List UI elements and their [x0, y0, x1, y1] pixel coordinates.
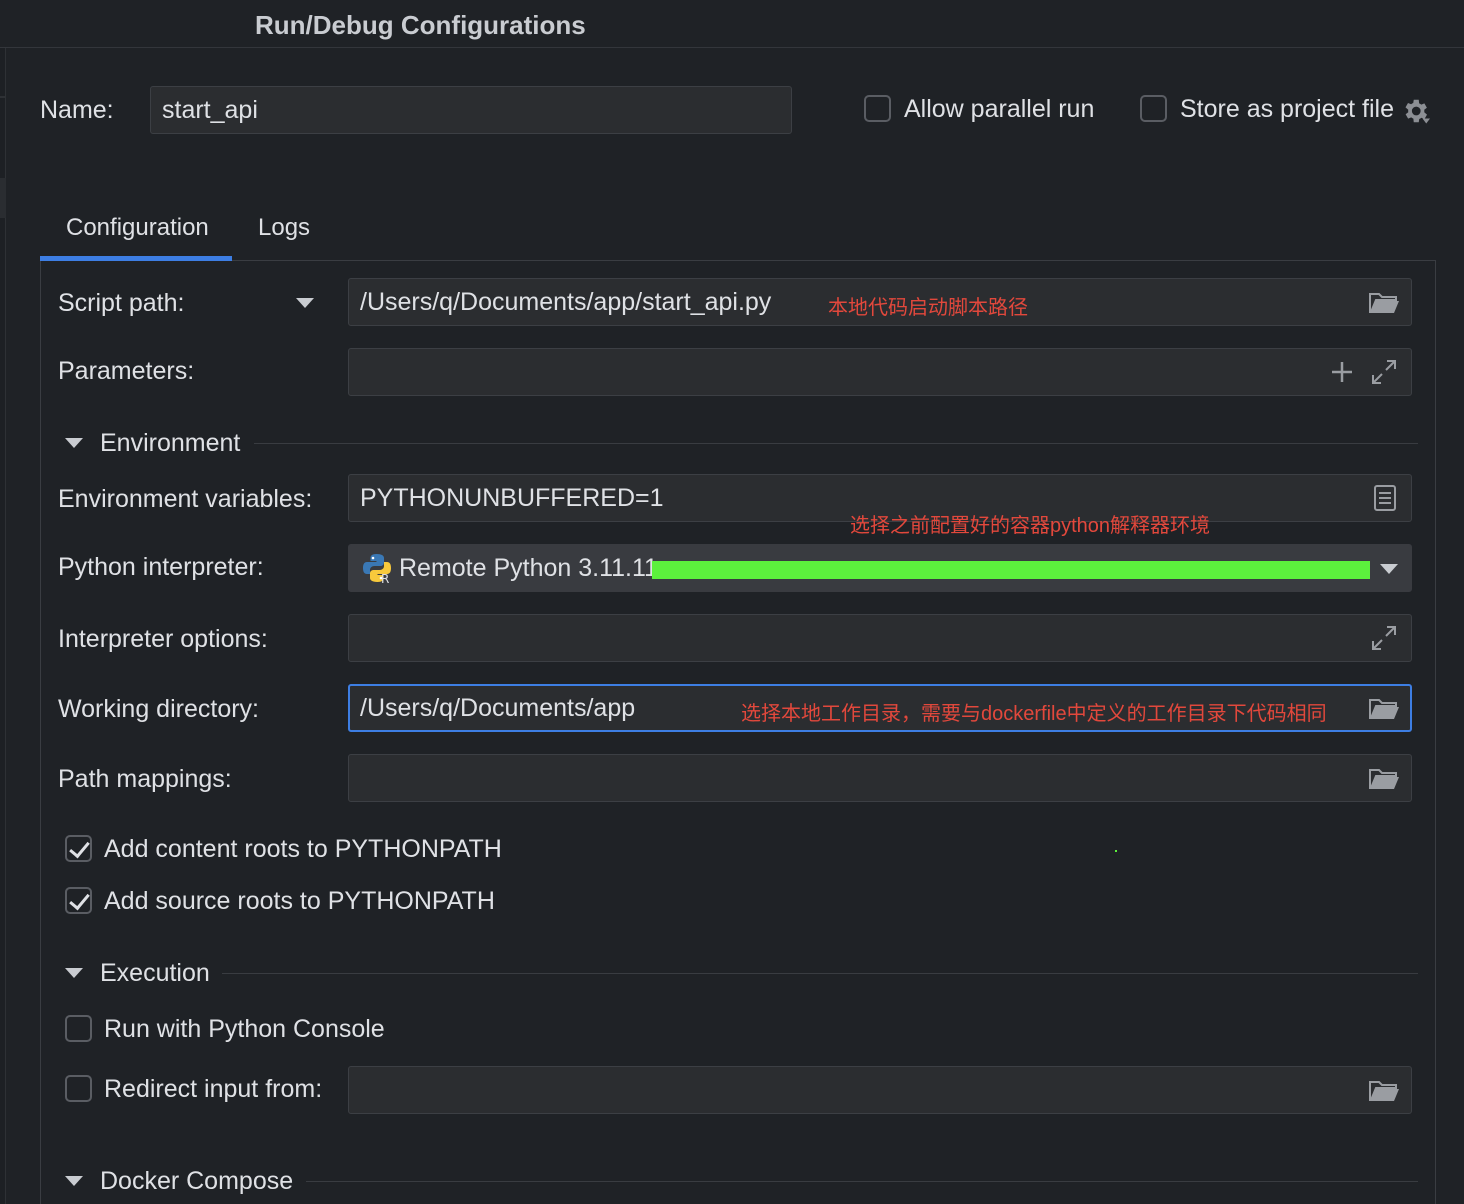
tree-divider: [0, 96, 6, 98]
store-as-project-file-label: Store as project file: [1180, 95, 1394, 123]
execution-section-title[interactable]: Execution: [100, 959, 210, 988]
folder-icon[interactable]: [1368, 290, 1400, 316]
store-as-project-file-checkbox[interactable]: [1140, 95, 1167, 122]
redacted-interpreter-details: [652, 561, 1370, 579]
path-mappings-label: Path mappings:: [58, 765, 232, 793]
environment-variables-value: PYTHONUNBUFFERED=1: [360, 483, 664, 512]
dialog-title: Run/Debug Configurations: [255, 10, 586, 40]
gear-icon[interactable]: [1400, 96, 1430, 126]
run-with-python-console-checkbox[interactable]: [65, 1015, 92, 1042]
environment-section-title[interactable]: Environment: [100, 429, 240, 458]
add-source-roots-checkbox[interactable]: [65, 887, 92, 914]
execution-collapse-icon[interactable]: [65, 968, 83, 978]
interpreter-annotation: 选择之前配置好的容器python解释器环境: [850, 515, 1211, 537]
allow-parallel-run-label: Allow parallel run: [904, 95, 1095, 123]
docker-compose-section-title[interactable]: Docker Compose: [100, 1167, 293, 1196]
python-interpreter-label: Python interpreter:: [58, 553, 264, 581]
folder-icon[interactable]: [1368, 766, 1400, 792]
script-path-mode-dropdown-icon[interactable]: [296, 298, 314, 308]
run-with-python-console-label: Run with Python Console: [104, 1015, 385, 1043]
working-directory-annotation: 选择本地工作目录，需要与dockerfile中定义的工作目录下代码相同: [741, 703, 1327, 725]
name-label: Name:: [40, 96, 114, 124]
docker-compose-collapse-icon[interactable]: [65, 1176, 83, 1186]
interpreter-options-label: Interpreter options:: [58, 625, 268, 653]
add-source-roots-label: Add source roots to PYTHONPATH: [104, 887, 495, 915]
interpreter-dropdown-arrow-icon[interactable]: [1380, 564, 1398, 574]
active-tab-indicator: [40, 256, 232, 261]
redirect-input-checkbox[interactable]: [65, 1075, 92, 1102]
plus-icon[interactable]: [1330, 360, 1354, 384]
add-content-roots-label: Add content roots to PYTHONPATH: [104, 835, 502, 863]
script-path-annotation: 本地代码启动脚本路径: [828, 297, 1028, 319]
interpreter-options-input[interactable]: [348, 614, 1412, 662]
title-bar: Run/Debug Configurations: [0, 0, 1464, 48]
environment-variables-label: Environment variables:: [58, 485, 313, 513]
path-mappings-input[interactable]: [348, 754, 1412, 802]
working-directory-value: /Users/q/Documents/app: [360, 693, 636, 722]
expand-icon[interactable]: [1370, 358, 1398, 386]
allow-parallel-run-checkbox[interactable]: [864, 95, 891, 122]
tab-logs[interactable]: Logs: [258, 214, 310, 242]
parameters-label: Parameters:: [58, 357, 195, 385]
svg-text:R: R: [381, 572, 389, 584]
run-debug-configurations-dialog: Run/Debug Configurations Name: start_api…: [0, 0, 1464, 1204]
redirect-input-label: Redirect input from:: [104, 1075, 323, 1103]
folder-icon[interactable]: [1368, 1078, 1400, 1104]
redirect-input-field[interactable]: [348, 1066, 1412, 1114]
stray-pixel: [1115, 850, 1117, 852]
python-interpreter-value: Remote Python 3.11.11: [399, 553, 658, 582]
environment-collapse-icon[interactable]: [65, 438, 83, 448]
name-input-value: start_api: [162, 95, 258, 124]
document-list-icon[interactable]: [1373, 484, 1397, 512]
working-directory-label: Working directory:: [58, 695, 259, 723]
python-icon: R: [363, 554, 391, 584]
docker-compose-divider: [306, 1181, 1418, 1182]
environment-divider: [254, 443, 1418, 444]
tree-selection: [0, 178, 6, 218]
configuration-panel: [40, 260, 1436, 1204]
tab-configuration[interactable]: Configuration: [66, 214, 209, 242]
parameters-input[interactable]: [348, 348, 1412, 396]
execution-divider: [222, 973, 1418, 974]
script-path-label: Script path:: [58, 289, 185, 317]
config-tree-edge: [0, 48, 6, 1204]
add-content-roots-checkbox[interactable]: [65, 835, 92, 862]
expand-icon[interactable]: [1370, 624, 1398, 652]
script-path-value: /Users/q/Documents/app/start_api.py: [360, 287, 772, 316]
name-input[interactable]: start_api: [150, 86, 792, 134]
folder-icon[interactable]: [1368, 696, 1400, 722]
